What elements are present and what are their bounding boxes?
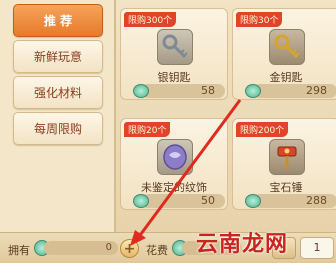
shop-window: 推 荐 新鲜玩意 强化材料 每周限购 限购300个 银钥匙 58 限购30个 金… [0,0,336,263]
pointer-arrow [130,99,242,246]
site-watermark: 云南龙网 [196,232,289,257]
